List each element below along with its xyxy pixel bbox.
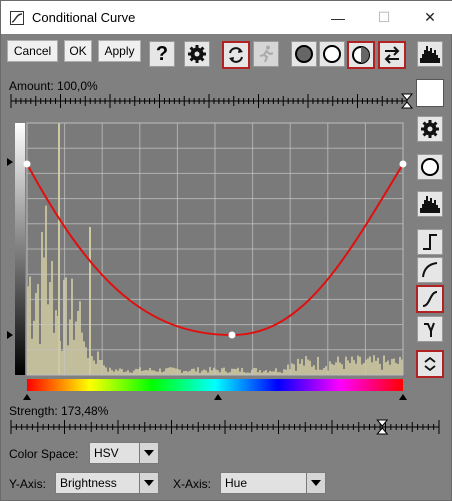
gear-icon bbox=[188, 45, 206, 63]
swap-button[interactable] bbox=[378, 41, 406, 69]
color-space-label: Color Space: bbox=[9, 447, 79, 461]
log-curve-button[interactable] bbox=[417, 257, 443, 283]
strength-slider[interactable] bbox=[7, 419, 445, 435]
maximize-button[interactable]: ☐ bbox=[361, 1, 407, 34]
circle-white-icon bbox=[323, 45, 341, 63]
linear-curve-icon bbox=[423, 234, 437, 250]
curve-point bbox=[228, 331, 236, 339]
hue-marker-icon bbox=[214, 394, 222, 400]
run-button[interactable] bbox=[253, 41, 279, 67]
chevron-down-icon bbox=[139, 473, 158, 493]
y-axis-select[interactable]: Brightness bbox=[55, 472, 159, 494]
run-icon bbox=[259, 45, 274, 63]
gamma-icon bbox=[424, 322, 435, 337]
histogram-icon bbox=[420, 196, 440, 213]
strength-label: Strength: 173,48% bbox=[9, 404, 109, 418]
amount-slider-thumb bbox=[400, 93, 413, 101]
color-space-select[interactable]: HSV bbox=[89, 442, 159, 464]
x-axis-value: Hue bbox=[225, 476, 248, 490]
mode-white-button[interactable] bbox=[319, 41, 345, 67]
help-button[interactable]: ? bbox=[149, 41, 175, 67]
color-space-value: HSV bbox=[94, 446, 119, 460]
bottom-marker-icon bbox=[7, 331, 13, 339]
hue-marker-icon bbox=[399, 394, 407, 400]
x-axis-select[interactable]: Hue bbox=[220, 472, 326, 494]
linear-curve-button[interactable] bbox=[417, 229, 443, 255]
chevron-down-icon bbox=[306, 473, 325, 493]
graph-circle-button[interactable] bbox=[417, 154, 443, 180]
y-axis-value: Brightness bbox=[60, 476, 117, 490]
app-icon bbox=[10, 11, 24, 25]
s-curve-button[interactable] bbox=[416, 285, 444, 313]
help-icon: ? bbox=[155, 42, 169, 65]
graph-histogram-button[interactable] bbox=[417, 191, 443, 217]
top-marker-icon bbox=[7, 158, 13, 166]
circle-dark-icon bbox=[295, 45, 313, 63]
amount-slider[interactable] bbox=[7, 93, 413, 109]
conditional-curve-window: Conditional Curve — ☐ ✕ Cancel OK Apply … bbox=[0, 0, 452, 501]
histogram-icon bbox=[420, 46, 440, 63]
mode-dark-button[interactable] bbox=[291, 41, 317, 67]
histogram-toolbar-button[interactable] bbox=[417, 41, 443, 67]
swap-icon bbox=[384, 46, 400, 64]
title-bar: Conditional Curve — ☐ ✕ bbox=[1, 1, 452, 34]
hue-spectrum-bar bbox=[27, 379, 403, 391]
s-curve-icon bbox=[422, 291, 438, 307]
x-axis-label: X-Axis: bbox=[173, 477, 212, 491]
curve-graph[interactable] bbox=[5, 117, 413, 407]
settings-button[interactable] bbox=[184, 41, 210, 67]
apply-button[interactable]: Apply bbox=[98, 40, 141, 62]
window-title: Conditional Curve bbox=[32, 10, 136, 25]
refresh-icon bbox=[229, 47, 243, 63]
curve-point bbox=[399, 160, 407, 168]
cancel-button[interactable]: Cancel bbox=[7, 40, 58, 62]
circle-half-icon bbox=[352, 46, 370, 64]
y-axis-label: Y-Axis: bbox=[9, 477, 46, 491]
gamma-button[interactable] bbox=[417, 316, 443, 342]
amount-label: Amount: 100,0% bbox=[9, 79, 98, 93]
circle-white-icon bbox=[421, 158, 439, 176]
graph-settings-button[interactable] bbox=[417, 116, 443, 142]
hue-marker-icon bbox=[23, 394, 31, 400]
expand-button[interactable] bbox=[416, 350, 444, 378]
color-swatch[interactable] bbox=[416, 79, 444, 107]
minimize-button[interactable]: — bbox=[315, 1, 361, 34]
log-curve-icon bbox=[422, 262, 438, 278]
brightness-gradient-bar bbox=[15, 123, 25, 375]
gear-icon bbox=[421, 120, 439, 138]
chevron-down-icon bbox=[139, 443, 158, 463]
expand-icon bbox=[424, 356, 436, 372]
ok-button[interactable]: OK bbox=[64, 40, 92, 62]
mode-half-button[interactable] bbox=[347, 41, 375, 69]
refresh-button[interactable] bbox=[222, 41, 250, 69]
curve-point bbox=[23, 160, 31, 168]
close-button[interactable]: ✕ bbox=[407, 1, 452, 34]
